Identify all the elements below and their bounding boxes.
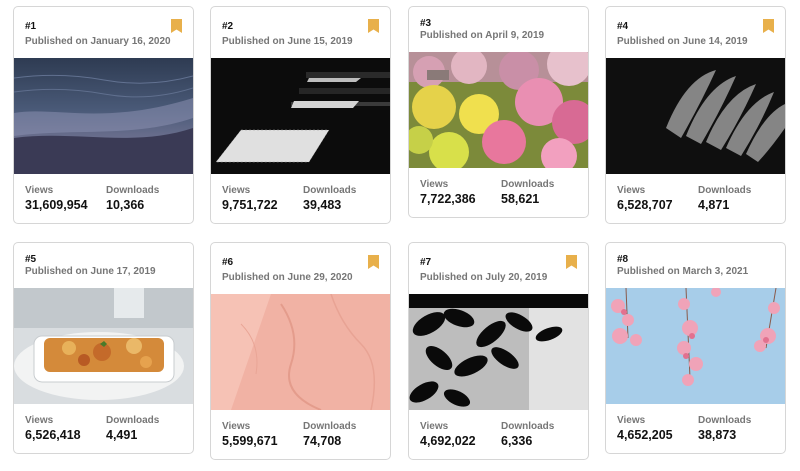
bookmark-icon[interactable] bbox=[566, 255, 577, 269]
downloads-label: Downloads bbox=[698, 185, 752, 196]
photo-leaf-silhouettes[interactable] bbox=[409, 294, 588, 410]
downloads-label: Downloads bbox=[698, 415, 752, 426]
publish-date: Published on July 20, 2019 bbox=[420, 272, 548, 283]
downloads-label: Downloads bbox=[106, 415, 160, 426]
photo-ocean-shore[interactable] bbox=[14, 58, 193, 174]
photo-card[interactable]: #8 Published on March 3, 2021 Views Down… bbox=[605, 242, 786, 454]
views-count: 5,599,671 bbox=[222, 434, 278, 448]
downloads-count: 39,483 bbox=[303, 198, 342, 212]
views-label: Views bbox=[222, 421, 251, 432]
photo-card[interactable]: #7 Published on July 20, 2019 Views Down… bbox=[408, 242, 589, 460]
downloads-count: 38,873 bbox=[698, 428, 737, 442]
photo-flower-field[interactable] bbox=[409, 52, 588, 168]
photo-shadow-pattern[interactable] bbox=[606, 58, 785, 174]
rank-number: #1 bbox=[25, 21, 37, 32]
publish-date: Published on March 3, 2021 bbox=[617, 266, 749, 277]
bookmark-icon[interactable] bbox=[368, 19, 379, 33]
views-label: Views bbox=[25, 415, 54, 426]
downloads-count: 58,621 bbox=[501, 192, 540, 206]
downloads-label: Downloads bbox=[303, 185, 357, 196]
views-count: 31,609,954 bbox=[25, 198, 88, 212]
photo-card[interactable]: #3 Published on April 9, 2019 Views Down… bbox=[408, 6, 589, 218]
rank-number: #3 bbox=[420, 18, 432, 29]
bookmark-icon[interactable] bbox=[171, 19, 182, 33]
rank-number: #7 bbox=[420, 257, 432, 268]
downloads-label: Downloads bbox=[106, 185, 160, 196]
downloads-label: Downloads bbox=[501, 179, 555, 190]
views-count: 4,652,205 bbox=[617, 428, 673, 442]
rank-number: #4 bbox=[617, 21, 629, 32]
views-count: 9,751,722 bbox=[222, 198, 278, 212]
publish-date: Published on April 9, 2019 bbox=[420, 30, 545, 41]
views-count: 6,526,418 bbox=[25, 428, 81, 442]
publish-date: Published on June 15, 2019 bbox=[222, 36, 353, 47]
photo-card[interactable]: #6 Published on June 29, 2020 Views Down… bbox=[210, 242, 391, 460]
views-label: Views bbox=[420, 421, 449, 432]
downloads-count: 10,366 bbox=[106, 198, 145, 212]
publish-date: Published on June 17, 2019 bbox=[25, 266, 156, 277]
views-label: Views bbox=[25, 185, 54, 196]
photo-pink-wall[interactable] bbox=[211, 294, 390, 410]
rank-number: #5 bbox=[25, 254, 37, 265]
views-label: Views bbox=[617, 185, 646, 196]
photo-card[interactable]: #4 Published on June 14, 2019 Views Down… bbox=[605, 6, 786, 224]
bookmark-icon[interactable] bbox=[368, 255, 379, 269]
photo-cherry-blossoms[interactable] bbox=[606, 288, 785, 404]
views-label: Views bbox=[222, 185, 251, 196]
views-count: 6,528,707 bbox=[617, 198, 673, 212]
publish-date: Published on June 14, 2019 bbox=[617, 36, 748, 47]
rank-number: #8 bbox=[617, 254, 629, 265]
photo-card[interactable]: #2 Published on June 15, 2019 Views Down… bbox=[210, 6, 391, 224]
views-label: Views bbox=[420, 179, 449, 190]
rank-number: #2 bbox=[222, 21, 234, 32]
downloads-count: 4,871 bbox=[698, 198, 730, 212]
photo-lasagna[interactable] bbox=[14, 288, 193, 404]
downloads-label: Downloads bbox=[501, 421, 555, 432]
downloads-count: 6,336 bbox=[501, 434, 533, 448]
views-label: Views bbox=[617, 415, 646, 426]
bookmark-icon[interactable] bbox=[763, 19, 774, 33]
downloads-label: Downloads bbox=[303, 421, 357, 432]
downloads-count: 4,491 bbox=[106, 428, 138, 442]
publish-date: Published on June 29, 2020 bbox=[222, 272, 353, 283]
photo-dark-stairs[interactable] bbox=[211, 58, 390, 174]
views-count: 4,692,022 bbox=[420, 434, 476, 448]
rank-number: #6 bbox=[222, 257, 234, 268]
views-count: 7,722,386 bbox=[420, 192, 476, 206]
photo-card[interactable]: #5 Published on June 17, 2019 Views Down… bbox=[13, 242, 194, 454]
publish-date: Published on January 16, 2020 bbox=[25, 36, 171, 47]
photo-card[interactable]: #1 Published on January 16, 2020 Views D… bbox=[13, 6, 194, 224]
downloads-count: 74,708 bbox=[303, 434, 342, 448]
